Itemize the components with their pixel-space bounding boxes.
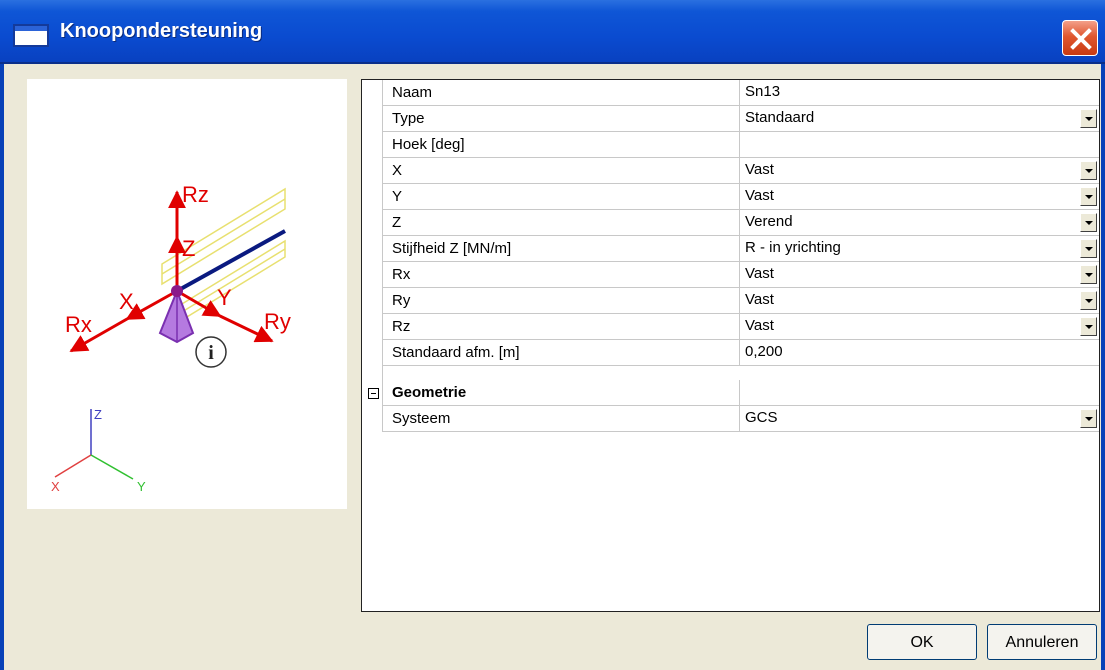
close-icon xyxy=(1070,28,1092,50)
property-row-hoek[interactable]: Hoek [deg] xyxy=(382,132,1099,158)
property-value[interactable] xyxy=(740,132,1104,157)
property-key: Ry xyxy=(382,288,740,313)
svg-text:i: i xyxy=(208,342,214,364)
axis-y-label: Y xyxy=(137,479,146,494)
dropdown-arrow-icon[interactable] xyxy=(1080,213,1097,232)
property-value[interactable]: Standaard xyxy=(740,106,1104,131)
property-key: Naam xyxy=(382,80,740,105)
cancel-button[interactable]: Annuleren xyxy=(987,624,1097,660)
label-rz: Rz xyxy=(182,182,209,207)
axis-z-label: Z xyxy=(94,407,102,422)
property-value[interactable]: Sn13 xyxy=(740,80,1104,105)
property-row-z[interactable]: Z Verend xyxy=(382,210,1099,236)
property-key: Rx xyxy=(382,262,740,287)
property-value xyxy=(740,380,1104,405)
dropdown-arrow-icon[interactable] xyxy=(1080,409,1097,428)
property-key: Hoek [deg] xyxy=(382,132,740,157)
support-diagram: Rz Z X Y Rx Ry i Z X Y xyxy=(51,182,291,494)
property-row-ry[interactable]: Ry Vast xyxy=(382,288,1099,314)
close-button[interactable] xyxy=(1062,20,1098,56)
property-grid: Naam Sn13 Type Standaard Hoek [deg] X Va… xyxy=(361,79,1100,612)
property-value[interactable]: Vast xyxy=(740,184,1104,209)
property-key: X xyxy=(382,158,740,183)
property-row-naam[interactable]: Naam Sn13 xyxy=(382,80,1099,106)
label-x: X xyxy=(119,289,134,314)
property-row-standaard-afm[interactable]: Standaard afm. [m] 0,200 xyxy=(382,340,1099,366)
property-value[interactable]: Vast xyxy=(740,314,1104,339)
axis-x-label: X xyxy=(51,479,60,494)
support-preview: Rz Z X Y Rx Ry i Z X Y xyxy=(27,79,347,509)
support-pyramid xyxy=(158,285,195,344)
dropdown-arrow-icon[interactable] xyxy=(1080,109,1097,128)
dropdown-arrow-icon[interactable] xyxy=(1080,317,1097,336)
property-row-systeem[interactable]: Systeem GCS xyxy=(382,406,1099,432)
property-row-rx[interactable]: Rx Vast xyxy=(382,262,1099,288)
coordinate-axes: Z X Y xyxy=(51,407,146,494)
property-group-geometrie[interactable]: Geometrie xyxy=(382,380,1099,406)
window-frame-left xyxy=(0,64,4,670)
property-key: Rz xyxy=(382,314,740,339)
ok-button[interactable]: OK xyxy=(867,624,977,660)
property-key: Systeem xyxy=(382,406,740,431)
label-y: Y xyxy=(217,285,232,310)
property-key: Type xyxy=(382,106,740,131)
property-value[interactable]: Vast xyxy=(740,288,1104,313)
property-row-y[interactable]: Y Vast xyxy=(382,184,1099,210)
property-row-x[interactable]: X Vast xyxy=(382,158,1099,184)
collapse-group-icon[interactable] xyxy=(368,388,379,399)
property-row-rz[interactable]: Rz Vast xyxy=(382,314,1099,340)
info-icon[interactable]: i xyxy=(195,336,227,368)
property-value[interactable]: Vast xyxy=(740,262,1104,287)
label-ry: Ry xyxy=(264,309,291,334)
dropdown-arrow-icon[interactable] xyxy=(1080,161,1097,180)
property-row-type[interactable]: Type Standaard xyxy=(382,106,1099,132)
property-value[interactable]: 0,200 xyxy=(740,340,1104,365)
property-group-label: Geometrie xyxy=(382,380,740,405)
property-value[interactable]: GCS xyxy=(740,406,1104,431)
property-grid-gutter xyxy=(362,80,383,432)
label-rx: Rx xyxy=(65,312,92,337)
window-icon xyxy=(13,24,49,47)
property-key: Stijfheid Z [MN/m] xyxy=(382,236,740,261)
property-value[interactable]: Vast xyxy=(740,158,1104,183)
dropdown-arrow-icon[interactable] xyxy=(1080,239,1097,258)
label-z: Z xyxy=(182,236,195,261)
dropdown-arrow-icon[interactable] xyxy=(1080,291,1097,310)
property-row-stijfheid-z[interactable]: Stijfheid Z [MN/m] R - in yrichting xyxy=(382,236,1099,262)
dropdown-arrow-icon[interactable] xyxy=(1080,187,1097,206)
title-bar: Knoopondersteuning xyxy=(0,0,1105,64)
property-key: Z xyxy=(382,210,740,235)
property-key: Standaard afm. [m] xyxy=(382,340,740,365)
property-key: Y xyxy=(382,184,740,209)
dropdown-arrow-icon[interactable] xyxy=(1080,265,1097,284)
window-title: Knoopondersteuning xyxy=(60,20,263,42)
property-value[interactable]: R - in yrichting xyxy=(740,236,1104,261)
property-value[interactable]: Verend xyxy=(740,210,1104,235)
